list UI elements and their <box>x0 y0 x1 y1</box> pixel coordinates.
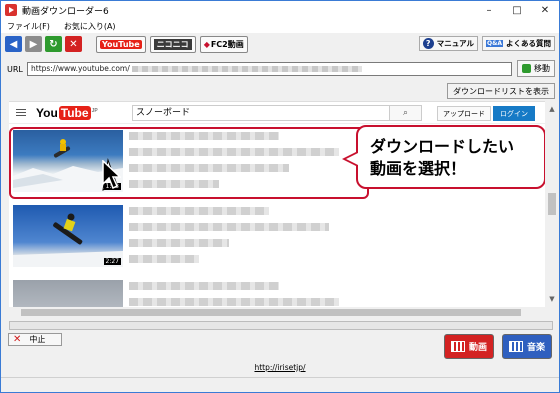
stop-icon: ✕ <box>13 334 22 345</box>
manual-label: マニュアル <box>436 39 475 48</box>
faq-label: よくある質問 <box>506 39 551 48</box>
horizontal-scrollbar[interactable] <box>9 307 545 318</box>
video-duration: 2:27 <box>103 258 121 265</box>
menu-icon[interactable] <box>16 107 26 118</box>
close-button[interactable]: ✕ <box>531 1 559 19</box>
stop-button[interactable]: ✕ 中止 <box>8 333 62 346</box>
help-buttons: ? マニュアル Q&A よくある質問 <box>415 36 555 51</box>
refresh-icon: ↻ <box>49 38 58 50</box>
help-icon: ? <box>422 38 434 49</box>
niconico-site-button[interactable]: ニコニコ <box>149 35 196 53</box>
selection-highlight <box>9 127 369 199</box>
url-label: URL <box>7 64 23 74</box>
toolbar: ◀ ▶ ↻ ✕ YouTube ニコニコ ◆ FC2動画 ? マニュアル Q&A <box>1 33 559 55</box>
horizontal-scroll-thumb[interactable] <box>21 309 521 316</box>
video-info-redacted <box>129 282 339 307</box>
download-list-button[interactable]: ダウンロードリストを表示 <box>447 83 555 99</box>
download-video-label: 動画 <box>468 343 487 353</box>
window-title: 動画ダウンローダー6 <box>22 6 109 17</box>
window-controls: – □ ✕ <box>475 1 559 19</box>
stop-load-button[interactable]: ✕ <box>65 36 82 52</box>
scroll-up-icon[interactable]: ▲ <box>548 105 556 113</box>
video-thumbnail[interactable] <box>13 280 123 307</box>
status-bar <box>1 377 559 392</box>
url-value: https://www.youtube.com/ <box>31 64 130 73</box>
youtube-site-label: YouTube <box>100 39 142 49</box>
url-row: URL https://www.youtube.com/ 移動 <box>1 59 559 79</box>
footer: http://irisetjp/ <box>1 363 559 375</box>
youtube-search-button[interactable]: ⌕ <box>389 105 422 121</box>
close-icon: ✕ <box>69 38 78 50</box>
go-arrow-icon <box>522 64 531 73</box>
url-redacted <box>131 66 362 72</box>
niconico-site-label: ニコニコ <box>153 38 192 50</box>
fc2-site-label: FC2動画 <box>210 39 244 49</box>
fc2-site-button[interactable]: ◆ FC2動画 <box>199 35 248 53</box>
go-label: 移動 <box>534 64 550 73</box>
video-item[interactable]: 2:27 <box>9 203 369 273</box>
minimize-button[interactable]: – <box>475 1 503 19</box>
search-icon: ⌕ <box>402 108 409 118</box>
faq-button[interactable]: Q&A よくある質問 <box>482 36 555 51</box>
qa-icon: Q&A <box>486 40 503 47</box>
video-info-redacted <box>129 207 329 271</box>
vertical-scroll-thumb[interactable] <box>548 193 556 215</box>
stop-label: 中止 <box>29 335 46 344</box>
app-window: 動画ダウンローダー6 – □ ✕ ファイル(F) お気に入り(A) ◀ ▶ ↻ … <box>0 0 560 393</box>
forward-button[interactable]: ▶ <box>25 36 42 52</box>
callout-tail-inner <box>346 153 358 165</box>
back-button[interactable]: ◀ <box>5 36 22 52</box>
download-video-button[interactable]: 動画 <box>444 334 494 359</box>
title-bar: 動画ダウンローダー6 – □ ✕ <box>1 1 559 19</box>
maximize-button[interactable]: □ <box>503 1 531 19</box>
youtube-logo-you: You <box>36 105 58 120</box>
go-button[interactable]: 移動 <box>517 60 555 77</box>
fc2-logo-icon: ◆ <box>203 39 210 49</box>
url-input[interactable]: https://www.youtube.com/ <box>27 62 512 76</box>
youtube-logo-tube: Tube <box>58 105 91 120</box>
download-audio-button[interactable]: 音楽 <box>502 334 552 359</box>
mouse-cursor-icon <box>102 160 121 190</box>
arrow-right-icon: ▶ <box>29 38 38 50</box>
reload-button[interactable]: ↻ <box>45 36 62 52</box>
download-progress-bar <box>9 321 553 330</box>
youtube-search-input[interactable]: スノーボード <box>132 105 422 121</box>
video-thumbnail[interactable]: 2:27 <box>13 205 123 267</box>
youtube-site-button[interactable]: YouTube <box>96 35 146 53</box>
login-button[interactable]: ログイン <box>493 106 535 121</box>
youtube-logo-jp: JP <box>91 107 98 114</box>
youtube-logo[interactable]: You Tube JP <box>36 105 98 120</box>
menu-bar: ファイル(F) お気に入り(A) <box>1 19 559 33</box>
video-item[interactable] <box>9 278 369 307</box>
scroll-down-icon[interactable]: ▼ <box>548 295 556 303</box>
callout-line-2: 動画を選択！ <box>370 159 467 178</box>
youtube-header: You Tube JP スノーボード ⌕ アップロード ログイン <box>9 102 545 124</box>
download-audio-label: 音楽 <box>526 343 545 353</box>
callout-line-1: ダウンロードしたい <box>370 137 515 156</box>
manual-button[interactable]: ? マニュアル <box>418 36 479 51</box>
menu-favorites[interactable]: お気に入り(A) <box>64 21 116 32</box>
footer-link[interactable]: http://irisetjp/ <box>254 363 305 372</box>
menu-file[interactable]: ファイル(F) <box>7 21 50 32</box>
instruction-callout: ダウンロードしたい 動画を選択！ <box>356 125 546 189</box>
arrow-left-icon: ◀ <box>9 38 18 50</box>
app-icon <box>5 4 17 16</box>
film-icon <box>450 341 465 352</box>
upload-button[interactable]: アップロード <box>437 106 491 121</box>
vertical-scrollbar[interactable]: ▲ ▼ <box>545 101 559 307</box>
music-film-icon <box>508 341 523 352</box>
